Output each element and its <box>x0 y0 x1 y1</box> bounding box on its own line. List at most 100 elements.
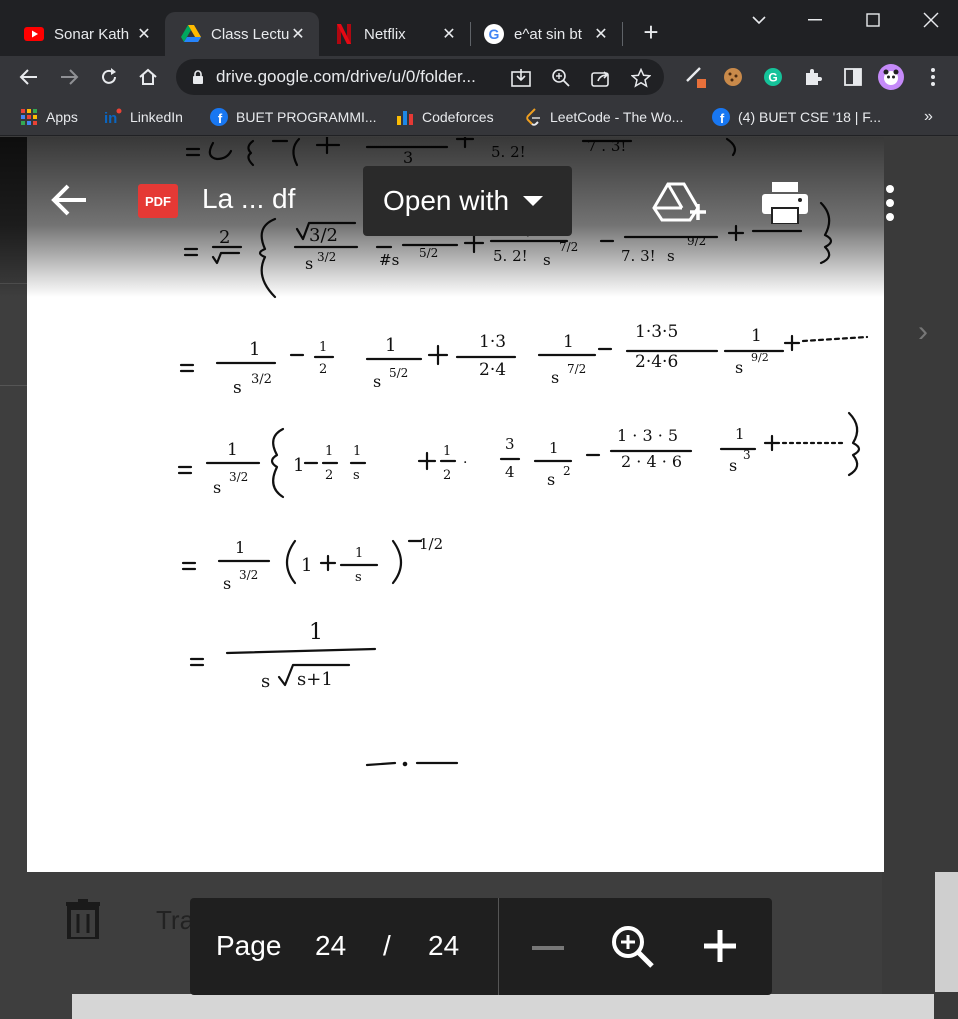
divider <box>498 898 499 995</box>
chrome-menu-button[interactable] <box>918 62 948 92</box>
tab-title: e^at sin bt <box>514 25 582 43</box>
home-button[interactable] <box>133 62 163 92</box>
chevron-right-icon[interactable]: › <box>918 315 928 349</box>
svg-text:3: 3 <box>743 448 751 462</box>
address-bar[interactable]: drive.google.com/drive/u/0/folder... <box>176 59 664 95</box>
svg-text:1·3: 1·3 <box>479 332 506 352</box>
svg-text:3/2: 3/2 <box>251 372 272 387</box>
svg-text:2 · 4 · 6: 2 · 4 · 6 <box>621 452 682 471</box>
svg-text:9/2: 9/2 <box>751 351 769 364</box>
tab-google-search[interactable]: G e^at sin bt ✕ <box>472 12 622 56</box>
svg-text:G: G <box>489 26 500 42</box>
browser-toolbar: drive.google.com/drive/u/0/folder... G <box>0 56 958 98</box>
eyedropper-extension-icon[interactable] <box>680 62 710 92</box>
bookmark-buet-cse-18[interactable]: f (4) BUET CSE '18 | F... <box>712 106 881 128</box>
bookmarks-overflow-button[interactable]: » <box>924 106 933 128</box>
bookmark-leetcode[interactable]: LeetCode - The Wo... <box>524 106 683 128</box>
back-button[interactable] <box>14 62 44 92</box>
print-icon[interactable] <box>762 182 808 225</box>
svg-text:1: 1 <box>751 326 762 346</box>
close-tab-icon[interactable]: ✕ <box>289 24 307 44</box>
svg-text:3/2: 3/2 <box>229 470 248 484</box>
zoom-icon[interactable] <box>610 924 656 970</box>
svg-text:2·4·6: 2·4·6 <box>635 352 678 372</box>
svg-text:1: 1 <box>443 444 451 459</box>
bookmark-label: (4) BUET CSE '18 | F... <box>738 109 881 125</box>
viewer-header: PDF La ... df Open with <box>0 137 894 297</box>
close-tab-icon[interactable]: ✕ <box>135 24 153 44</box>
close-window-button[interactable] <box>908 6 954 34</box>
svg-text:s: s <box>547 470 555 489</box>
page-navigation-bar: Page 24 / 24 <box>190 898 772 995</box>
tab-class-lecture[interactable]: Class Lectu ✕ <box>165 12 319 56</box>
bookmarks-bar: Apps in LinkedIn f BUET PROGRAMMI... Cod… <box>0 98 958 136</box>
tab-netflix[interactable]: Netflix ✕ <box>320 12 470 56</box>
maximize-button[interactable] <box>850 6 896 34</box>
close-icon <box>923 12 939 28</box>
open-with-label: Open with <box>383 185 510 216</box>
bookmark-linkedin[interactable]: in LinkedIn <box>104 106 183 128</box>
bookmark-buet-programming[interactable]: f BUET PROGRAMMI... <box>210 106 377 128</box>
svg-text:s: s <box>261 671 270 692</box>
google-drive-icon <box>181 24 201 44</box>
add-to-drive-icon[interactable] <box>652 180 708 224</box>
svg-text:s: s <box>355 570 362 585</box>
svg-text:1: 1 <box>353 444 361 459</box>
install-app-icon[interactable] <box>510 67 532 89</box>
more-vert-icon[interactable] <box>880 183 900 223</box>
svg-text:1: 1 <box>319 340 327 355</box>
lock-icon <box>193 69 203 84</box>
current-page-number[interactable]: 24 <box>315 930 346 962</box>
svg-text:1: 1 <box>355 546 363 561</box>
back-button[interactable] <box>50 182 94 222</box>
close-tab-icon[interactable]: ✕ <box>440 24 458 44</box>
facebook-icon: f <box>712 108 730 126</box>
svg-text:1: 1 <box>249 339 260 360</box>
side-panel-icon[interactable] <box>838 62 868 92</box>
svg-text:4: 4 <box>505 463 515 481</box>
share-icon[interactable] <box>590 67 612 89</box>
cookie-extension-icon[interactable] <box>718 62 748 92</box>
svg-text:s: s <box>729 456 737 475</box>
svg-text:s: s <box>233 378 242 398</box>
linkedin-icon: in <box>104 108 122 126</box>
open-with-button[interactable]: Open with <box>363 166 572 236</box>
svg-text:1: 1 <box>563 332 574 352</box>
total-pages: 24 <box>428 930 460 961</box>
bookmark-star-icon[interactable] <box>630 67 652 89</box>
svg-text:s: s <box>551 368 559 387</box>
zoom-page-icon[interactable] <box>550 67 572 89</box>
bookmark-label: LinkedIn <box>130 109 183 125</box>
trash-icon[interactable] <box>66 899 100 941</box>
youtube-icon <box>24 24 44 44</box>
forward-button[interactable] <box>54 62 84 92</box>
zoom-out-button[interactable] <box>528 928 568 968</box>
bookmark-codeforces[interactable]: Codeforces <box>396 106 494 128</box>
svg-text:3/2: 3/2 <box>239 568 258 582</box>
pdf-file-icon: PDF <box>138 184 178 218</box>
scrollbar[interactable] <box>935 872 958 992</box>
more-vert-icon <box>931 68 935 86</box>
extensions-puzzle-icon[interactable] <box>798 62 828 92</box>
bookmark-label: LeetCode - The Wo... <box>550 109 684 125</box>
profile-avatar[interactable] <box>876 62 906 92</box>
close-tab-icon[interactable]: ✕ <box>592 24 610 44</box>
reload-button[interactable] <box>94 62 124 92</box>
svg-text:1·3·5: 1·3·5 <box>635 322 678 342</box>
tab-sonar-kath[interactable]: Sonar Kath ✕ <box>0 12 165 56</box>
svg-text:s: s <box>353 468 360 483</box>
svg-text:s: s <box>223 574 231 593</box>
svg-text:·: · <box>463 455 467 471</box>
reload-icon <box>102 68 116 84</box>
bookmark-label: BUET PROGRAMMI... <box>236 109 377 125</box>
new-tab-button[interactable]: + <box>638 19 664 46</box>
arrow-left-icon <box>19 69 37 85</box>
minimize-button[interactable] <box>792 6 838 34</box>
chevron-down-icon <box>752 16 766 25</box>
zoom-in-button[interactable] <box>700 926 740 966</box>
tab-search-button[interactable] <box>736 6 782 34</box>
bookmark-apps[interactable]: Apps <box>20 106 78 128</box>
svg-text:1: 1 <box>235 538 245 557</box>
grammarly-extension-icon[interactable]: G <box>758 62 788 92</box>
svg-text:s: s <box>735 358 743 377</box>
